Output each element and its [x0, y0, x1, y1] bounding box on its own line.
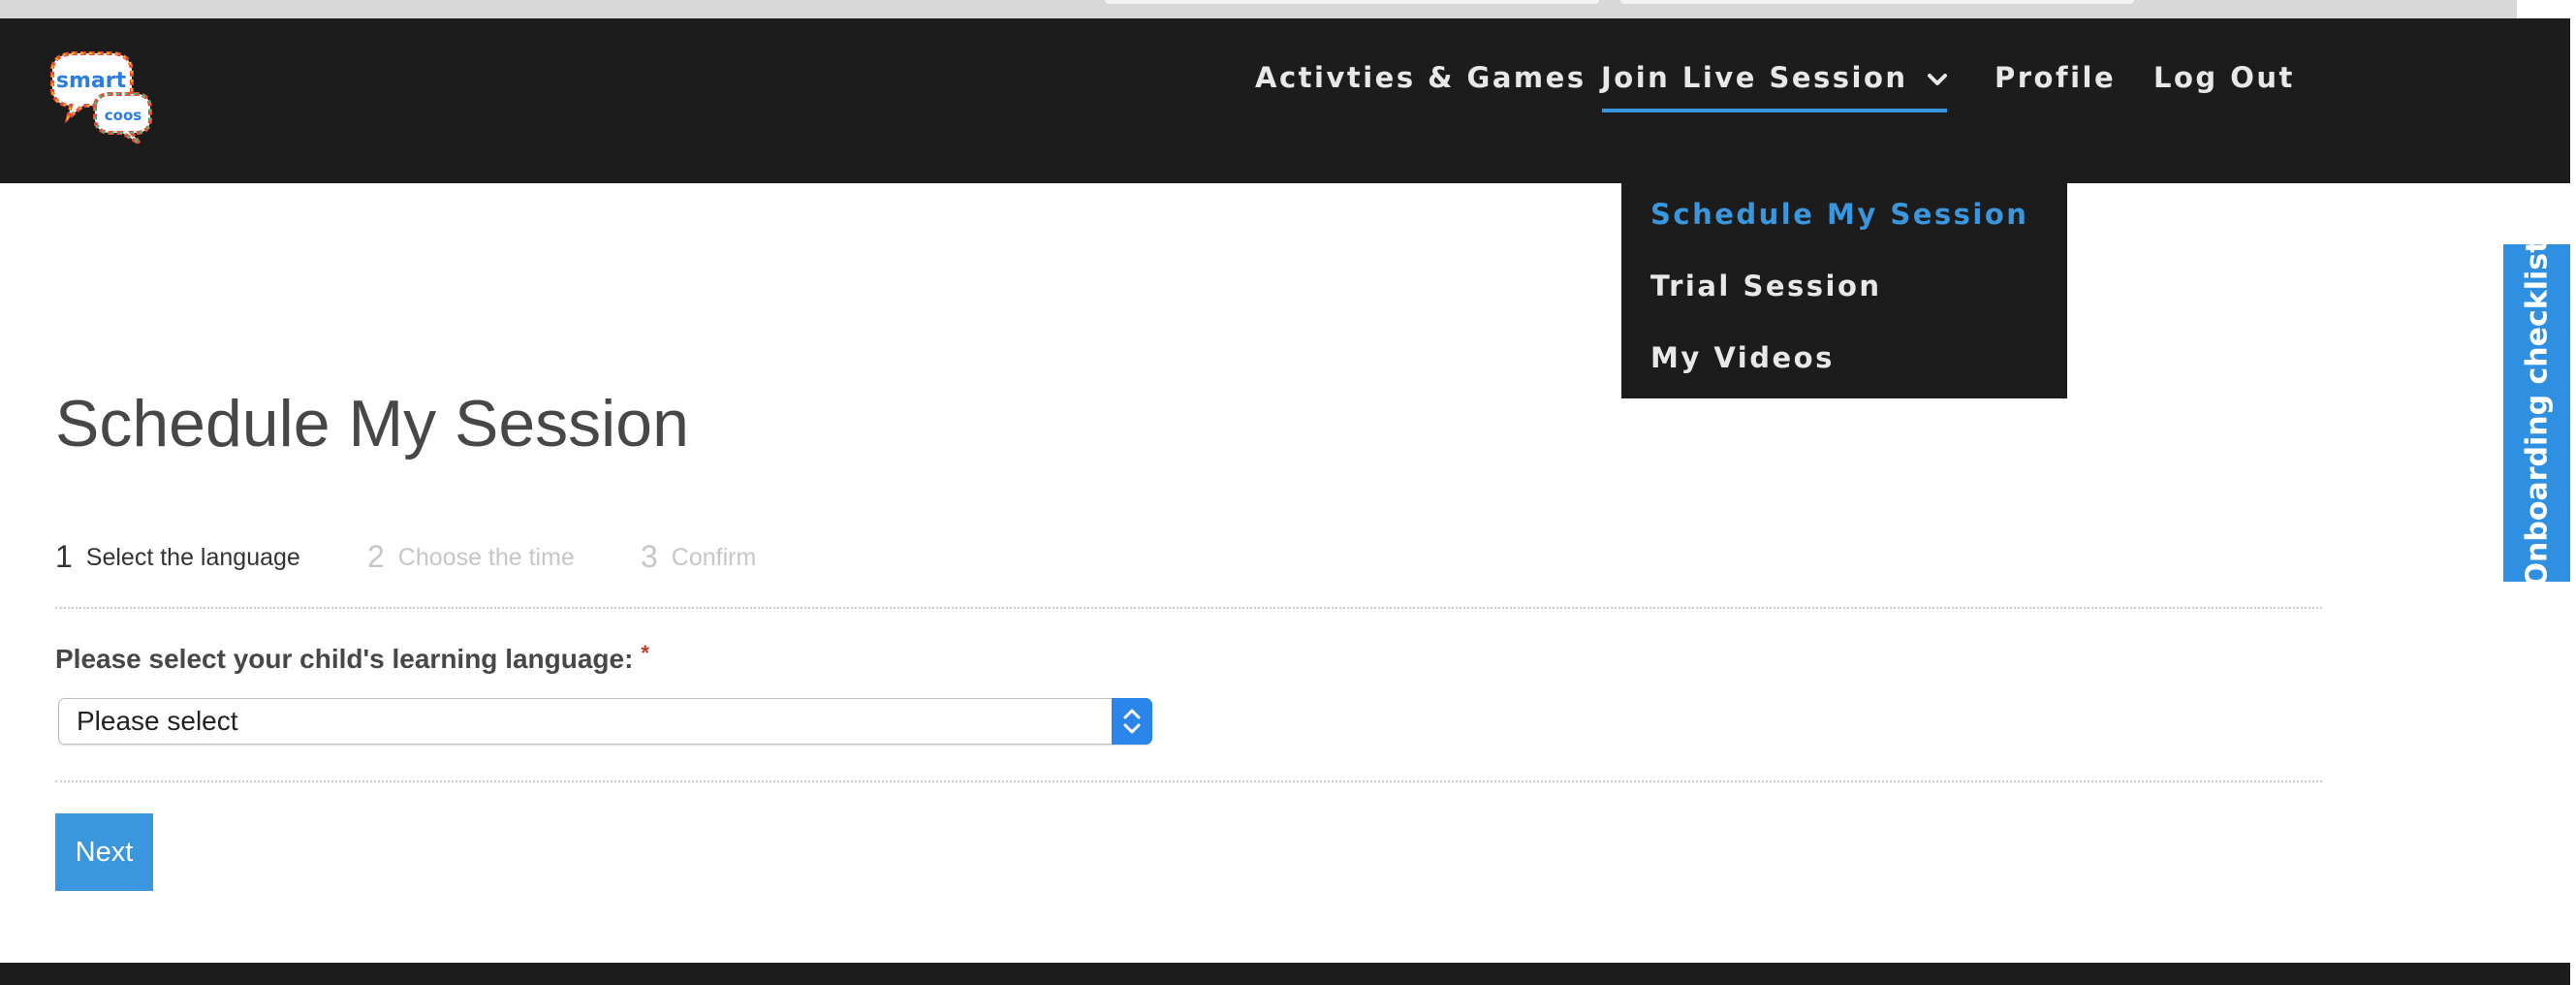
nav-profile[interactable]: Profile	[1995, 61, 2116, 94]
browser-chrome-strip	[0, 0, 2576, 18]
step-label: Select the language	[85, 544, 300, 571]
active-nav-underline	[1602, 109, 1947, 112]
step-indicator: 1 Select the language 2 Choose the time 3C…	[55, 539, 1218, 578]
nav-join-live-session-label: Join Live Session	[1601, 61, 1908, 94]
nav-join-live-session[interactable]: Join Live Session	[1601, 61, 1949, 94]
dropdown-item-schedule-my-session[interactable]: Schedule My Session	[1650, 198, 2028, 231]
browser-tab-edge	[1620, 0, 2134, 4]
language-field-label: Please select your child's learning lang…	[55, 641, 649, 675]
step-number: 1	[55, 539, 73, 574]
section-divider	[55, 607, 2322, 609]
chevron-down-icon	[1926, 65, 1949, 88]
chrome-right-gap	[2517, 0, 2576, 18]
dropdown-item-my-videos[interactable]: My Videos	[1650, 341, 1835, 374]
step-2: 2 Choose the time	[367, 539, 575, 575]
language-select[interactable]: Please select	[58, 698, 1152, 745]
step-label: Confirm	[671, 544, 757, 571]
step-number: 3	[641, 539, 658, 574]
header-right-gap	[2570, 18, 2576, 183]
section-divider	[55, 780, 2322, 782]
next-button[interactable]: Next	[55, 813, 153, 891]
page-title: Schedule My Session	[55, 387, 689, 461]
nav-activities-games[interactable]: Activties & Games	[1255, 61, 1586, 94]
browser-tab-edge	[1105, 0, 1599, 4]
step-3: 3 Confirm	[641, 539, 756, 575]
join-live-session-dropdown: Schedule My Session Trial Session My Vid…	[1621, 183, 2067, 398]
onboarding-checklist-label: Onboarding checklist	[2520, 238, 2554, 588]
language-field-label-text: Please select your child's learning lang…	[55, 644, 634, 674]
main-nav: Activties & Games Join Live Session Prof…	[0, 18, 2570, 115]
step-1: 1 Select the language	[55, 539, 300, 575]
nav-log-out[interactable]: Log Out	[2153, 61, 2295, 94]
up-down-chevron-icon	[1112, 698, 1152, 745]
site-footer	[0, 963, 2570, 985]
dropdown-item-trial-session[interactable]: Trial Session	[1650, 270, 1882, 302]
step-label: Choose the time	[397, 544, 575, 571]
required-marker: *	[641, 641, 649, 665]
step-number: 2	[367, 539, 385, 574]
onboarding-checklist-tab[interactable]: Onboarding checklist	[2503, 238, 2570, 588]
language-select-value: Please select	[77, 706, 238, 736]
